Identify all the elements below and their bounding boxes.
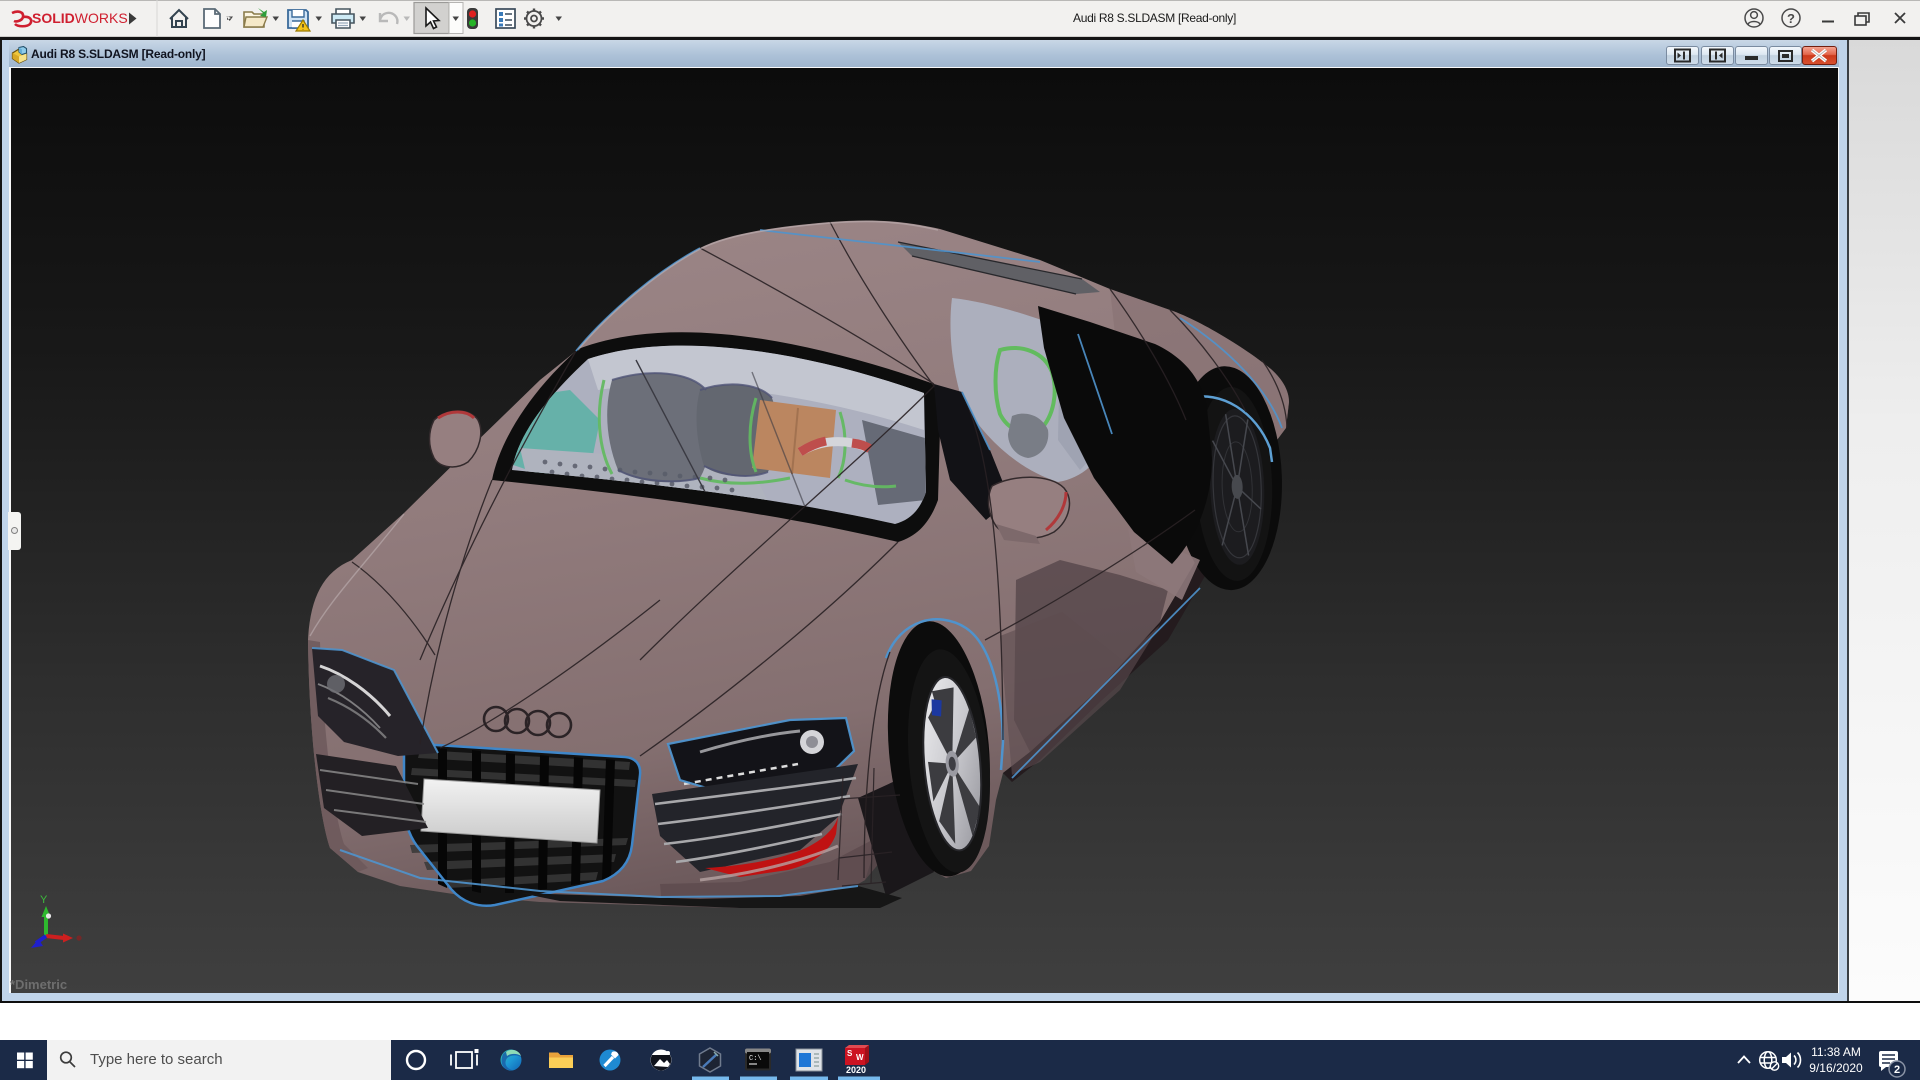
- svg-text:2020: 2020: [846, 1065, 866, 1075]
- svg-text:2: 2: [1894, 1064, 1900, 1076]
- svg-text:SOLIDWORKS: SOLIDWORKS: [32, 10, 128, 26]
- svg-text:C:\: C:\: [749, 1055, 762, 1063]
- svg-text:S: S: [847, 1049, 853, 1058]
- svg-text:W: W: [856, 1053, 864, 1062]
- svg-text:?: ?: [1787, 11, 1795, 26]
- svg-text:Y: Y: [40, 894, 48, 906]
